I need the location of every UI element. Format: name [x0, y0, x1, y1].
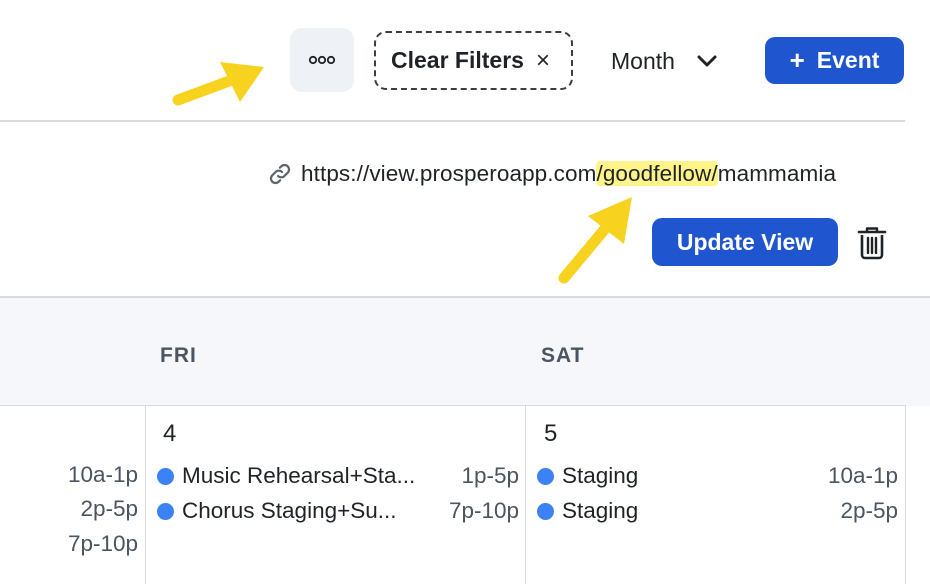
event-time: 1p-5p: [461, 463, 519, 488]
event-title: Staging: [562, 498, 639, 523]
ellipsis-icon: [308, 55, 336, 65]
date-number[interactable]: 4: [163, 420, 176, 448]
plus-icon: +: [789, 44, 805, 75]
calendar-event[interactable]: Music Rehearsal+Sta... 1p-5p: [157, 461, 519, 491]
view-selector-dropdown[interactable]: Month: [611, 40, 717, 82]
annotation-arrow-icon: [172, 62, 264, 106]
event-dot: [157, 467, 174, 485]
add-event-button[interactable]: + Event: [765, 37, 904, 84]
annotation-arrow-icon: [558, 197, 632, 284]
share-url-highlight: /goodfellow/: [596, 161, 718, 186]
share-link[interactable]: https://view.prosperoapp.com/goodfellow/…: [268, 154, 836, 194]
toolbar-divider: [0, 120, 905, 122]
date-number[interactable]: 5: [544, 420, 557, 448]
calendar-header: FRI SAT: [0, 296, 930, 406]
calendar-event[interactable]: Staging 2p-5p: [537, 496, 898, 526]
event-time[interactable]: 10a-1p: [40, 462, 138, 488]
add-event-label: Event: [816, 47, 880, 73]
event-dot: [537, 502, 554, 520]
event-dot: [157, 502, 174, 520]
event-title: Music Rehearsal+Sta...: [182, 463, 416, 488]
day-header-fri: FRI: [160, 344, 197, 367]
close-icon[interactable]: ×: [536, 48, 550, 73]
event-title: Chorus Staging+Su...: [182, 498, 397, 523]
calendar-event[interactable]: Staging 10a-1p: [537, 461, 898, 491]
event-time[interactable]: 2p-5p: [40, 496, 138, 522]
view-selector-label: Month: [611, 47, 675, 74]
share-url-suffix: mammamia: [717, 161, 837, 186]
trash-icon[interactable]: [856, 226, 888, 260]
calendar-event[interactable]: Chorus Staging+Su... 7p-10p: [157, 496, 519, 526]
event-time: 10a-1p: [827, 463, 898, 488]
calendar-grid: 10a-1p 2p-5p 7p-10p 4 Music Rehearsal+St…: [0, 405, 906, 584]
day-header-sat: SAT: [541, 344, 585, 367]
clear-filters-label: Clear Filters: [391, 47, 524, 73]
share-url-prefix: https://view.prosperoapp.com: [301, 161, 597, 186]
more-options-button[interactable]: [290, 28, 354, 92]
event-time[interactable]: 7p-10p: [40, 531, 138, 557]
update-view-button[interactable]: Update View: [652, 218, 838, 266]
event-time: 7p-10p: [448, 498, 519, 523]
event-title: Staging: [562, 463, 639, 488]
column-divider: [145, 406, 146, 584]
chevron-down-icon: [697, 55, 717, 67]
event-dot: [537, 467, 554, 485]
link-icon: [269, 163, 291, 185]
clear-filters-button[interactable]: Clear Filters ×: [374, 31, 573, 90]
column-divider: [525, 406, 526, 584]
event-time: 2p-5p: [840, 498, 898, 523]
share-url[interactable]: https://view.prosperoapp.com/goodfellow/…: [301, 161, 836, 187]
